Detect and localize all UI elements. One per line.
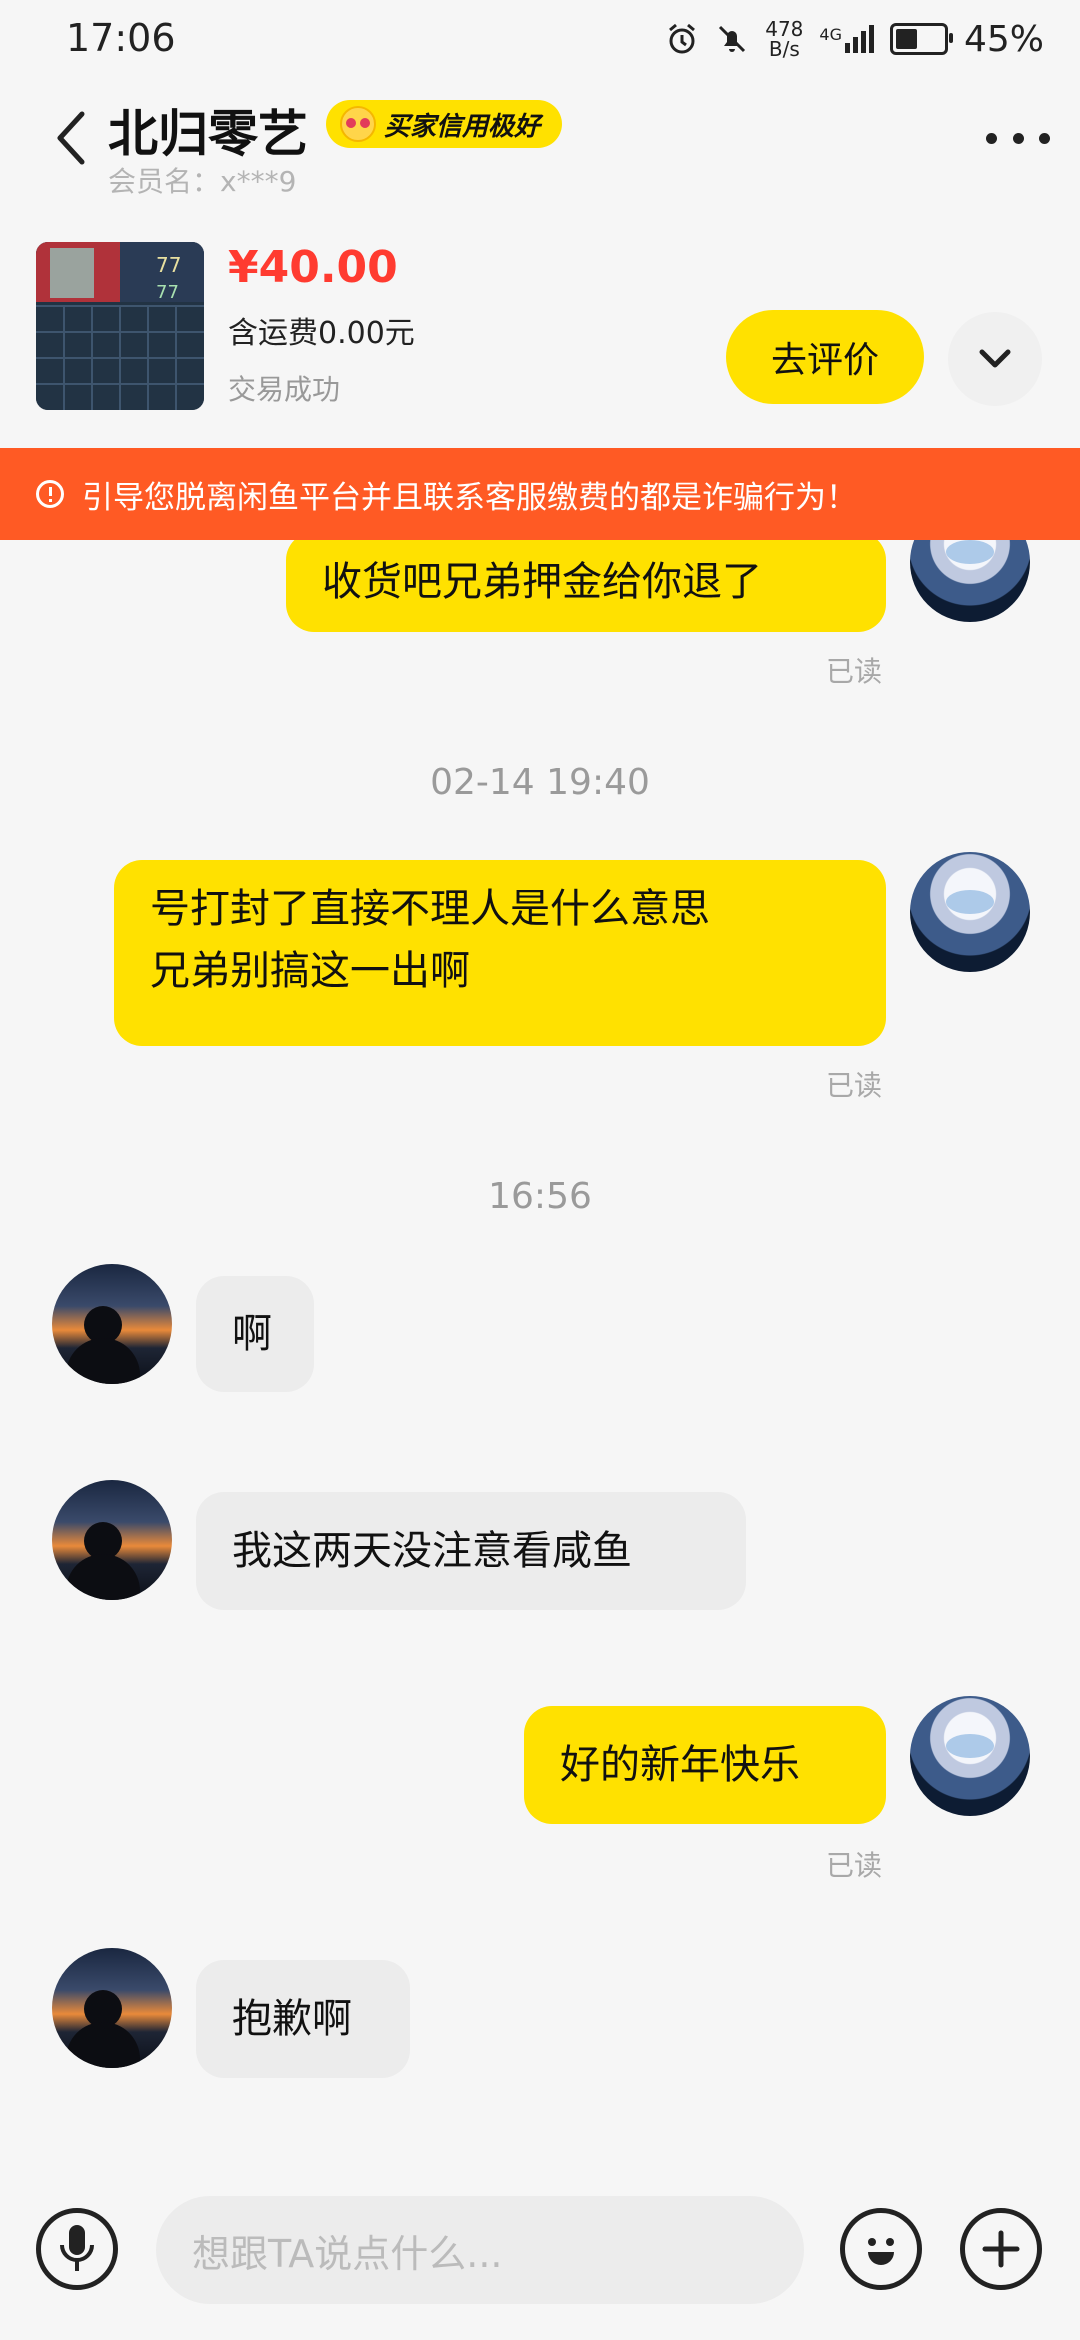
avatar[interactable] bbox=[910, 1696, 1030, 1816]
member-id: 会员名：x***9 bbox=[108, 165, 297, 198]
message-bubble-sent[interactable]: 好的新年快乐 bbox=[524, 1706, 886, 1824]
battery-percent: 45% bbox=[963, 18, 1044, 60]
battery-icon bbox=[889, 23, 953, 55]
status-time: 17:06 bbox=[66, 16, 176, 60]
avatar[interactable] bbox=[910, 540, 1030, 622]
alarm-icon bbox=[669, 23, 696, 54]
input-bar: 想跟TA说点什么... bbox=[0, 2160, 1080, 2340]
message-line: 号打封了直接不理人是什么意思 bbox=[150, 886, 710, 932]
product-shipping: 含运费0.00元 bbox=[228, 316, 415, 351]
product-thumbnail[interactable]: 77 77 bbox=[36, 242, 204, 410]
contact-name[interactable]: 北归零艺 bbox=[108, 94, 308, 166]
chat-header: 北归零艺 买家信用极好 会员名：x***9 bbox=[0, 80, 1080, 200]
product-card[interactable]: 77 77 ¥40.00 含运费0.00元 交易成功 去评价 bbox=[0, 200, 1080, 450]
avatar[interactable] bbox=[910, 852, 1030, 972]
back-button[interactable] bbox=[52, 108, 92, 168]
product-image: 77 77 bbox=[36, 242, 204, 410]
network-speed: 478 B/s bbox=[765, 17, 804, 61]
message-bubble-sent[interactable]: 号打封了直接不理人是什么意思 兄弟别搞这一出啊 bbox=[114, 860, 886, 1046]
trade-status: 交易成功 bbox=[228, 373, 341, 406]
fraud-warning-banner: 引导您脱离闲鱼平台并且联系客服缴费的都是诈骗行为！ bbox=[0, 448, 1080, 540]
chevron-down-icon bbox=[979, 349, 1011, 368]
voice-button[interactable] bbox=[36, 2208, 118, 2290]
credit-badge[interactable]: 买家信用极好 bbox=[326, 100, 563, 148]
svg-text:77: 77 bbox=[156, 253, 181, 277]
chevron-left-icon bbox=[57, 111, 85, 165]
more-dots-icon bbox=[986, 132, 997, 144]
avatar[interactable] bbox=[52, 1948, 172, 2068]
heart-eyes-icon bbox=[340, 106, 376, 142]
message-timestamp: 16:56 bbox=[488, 1176, 592, 1217]
signal-icon: 4G bbox=[819, 25, 874, 53]
add-button[interactable] bbox=[960, 2208, 1042, 2290]
emoji-icon bbox=[868, 2238, 894, 2265]
more-button[interactable] bbox=[986, 124, 1050, 152]
warning-circle-icon bbox=[36, 480, 64, 508]
message-line: 兄弟别搞这一出啊 bbox=[150, 948, 470, 994]
message-bubble-received[interactable]: 我这两天没注意看咸鱼 bbox=[196, 1492, 746, 1610]
battery-fill bbox=[895, 29, 917, 49]
expand-button[interactable] bbox=[948, 312, 1042, 406]
microphone-icon bbox=[60, 2225, 94, 2271]
mute-bell-icon bbox=[719, 25, 746, 53]
avatar[interactable] bbox=[52, 1480, 172, 1600]
avatar[interactable] bbox=[52, 1264, 172, 1384]
credit-badge-label: 买家信用极好 bbox=[384, 111, 541, 142]
svg-text:77: 77 bbox=[156, 282, 179, 303]
product-price: ¥40.00 bbox=[228, 242, 398, 293]
read-receipt: 已读 bbox=[826, 1849, 883, 1882]
message-bubble-received[interactable]: 啊 bbox=[196, 1276, 314, 1392]
message-bubble-sent[interactable]: 收货吧兄弟押金给你退了 bbox=[286, 540, 886, 632]
message-input[interactable]: 想跟TA说点什么... bbox=[156, 2196, 804, 2304]
message-timestamp: 02-14 19:40 bbox=[430, 762, 650, 803]
read-receipt: 已读 bbox=[826, 655, 883, 688]
read-receipt: 已读 bbox=[826, 1069, 883, 1102]
review-button[interactable]: 去评价 bbox=[726, 310, 924, 404]
warning-text: 引导您脱离闲鱼平台并且联系客服缴费的都是诈骗行为！ bbox=[82, 479, 857, 516]
status-icons: 478 B/s 4G 45% bbox=[665, 14, 1044, 64]
message-bubble-received[interactable]: 抱歉啊 bbox=[196, 1960, 410, 2078]
emoji-button[interactable] bbox=[840, 2208, 922, 2290]
message-list[interactable]: 收货吧兄弟押金给你退了 已读 02-14 19:40 号打封了直接不理人是什么意… bbox=[0, 540, 1080, 2160]
plus-icon bbox=[982, 2230, 1020, 2268]
status-bar: 17:06 478 B/s 4G 45% bbox=[0, 0, 1080, 80]
